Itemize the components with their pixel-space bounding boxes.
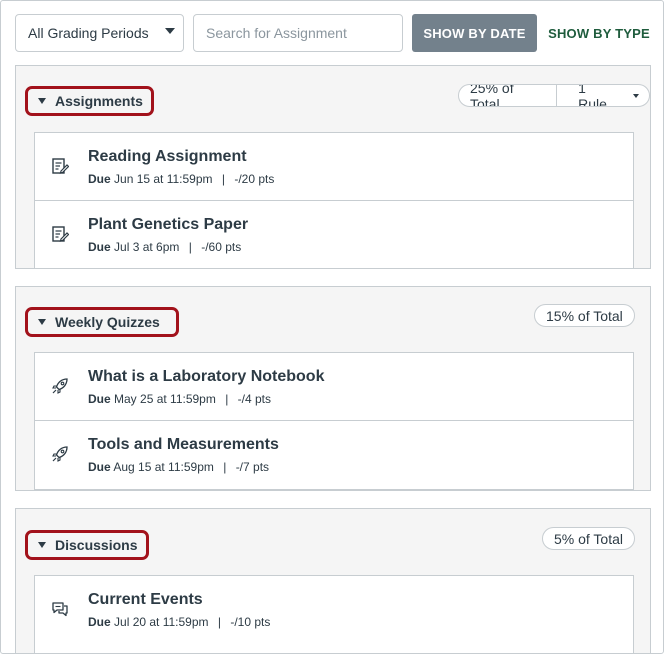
assignment-meta: Due Aug 15 at 11:59pm | -/7 pts bbox=[88, 460, 269, 474]
assignment-icon bbox=[52, 226, 69, 242]
quiz-rocket-icon bbox=[52, 446, 68, 462]
assignment-row[interactable]: What is a Laboratory Notebook Due May 25… bbox=[35, 353, 633, 421]
assignment-list: Reading Assignment Due Jun 15 at 11:59pm… bbox=[34, 132, 634, 268]
due-label: Due bbox=[88, 615, 111, 629]
assignment-row[interactable]: Plant Genetics Paper Due Jul 3 at 6pm | … bbox=[35, 201, 633, 268]
collapse-arrow-icon bbox=[38, 542, 46, 548]
group-weight-pill: 25% of Total 1 Rule bbox=[458, 84, 650, 107]
grading-period-select[interactable]: All Grading Periods bbox=[15, 14, 184, 52]
collapse-arrow-icon bbox=[38, 319, 46, 325]
show-by-date-button[interactable]: SHOW BY DATE bbox=[412, 14, 537, 52]
assignment-meta: Due Jun 15 at 11:59pm | -/20 pts bbox=[88, 172, 274, 186]
due-label: Due bbox=[88, 240, 111, 254]
assignment-list: What is a Laboratory Notebook Due May 25… bbox=[34, 352, 634, 490]
assignment-meta: Due May 25 at 11:59pm | -/4 pts bbox=[88, 392, 271, 406]
due-label: Due bbox=[88, 392, 111, 406]
assignment-title[interactable]: Current Events bbox=[88, 591, 203, 609]
due-date: Jul 20 at 11:59pm bbox=[114, 615, 209, 629]
grading-period-value: All Grading Periods bbox=[28, 25, 149, 41]
assignment-title[interactable]: What is a Laboratory Notebook bbox=[88, 368, 324, 386]
due-label: Due bbox=[88, 460, 111, 474]
caret-down-icon bbox=[165, 28, 175, 34]
points: -/60 pts bbox=[201, 240, 242, 254]
due-date: Aug 15 at 11:59pm bbox=[113, 460, 214, 474]
caret-down-icon bbox=[633, 93, 639, 98]
group-toggle-weekly-quizzes[interactable]: Weekly Quizzes bbox=[25, 307, 179, 337]
discussion-icon bbox=[52, 602, 68, 617]
group-weight: 15% of Total bbox=[546, 307, 623, 324]
group-weight-pill: 5% of Total bbox=[542, 527, 636, 550]
points: -/4 pts bbox=[237, 392, 272, 406]
points: -/7 pts bbox=[235, 460, 270, 474]
assignments-page: All Grading Periods SHOW BY DATE SHOW BY… bbox=[0, 0, 664, 654]
collapse-arrow-icon bbox=[38, 98, 46, 104]
separator: | bbox=[225, 392, 229, 406]
rules-dropdown[interactable]: 1 Rule bbox=[556, 85, 649, 106]
group-toggle-discussions[interactable]: Discussions bbox=[25, 530, 149, 560]
assignment-meta: Due Jul 20 at 11:59pm | -/10 pts bbox=[88, 615, 270, 629]
assignment-icon bbox=[52, 158, 69, 174]
assignment-group-discussions: Discussions 5% of Total Current Events D… bbox=[15, 508, 651, 653]
due-date: May 25 at 11:59pm bbox=[114, 392, 216, 406]
search-input[interactable] bbox=[193, 14, 403, 52]
assignment-group-weekly-quizzes: Weekly Quizzes 15% of Total What is a La… bbox=[15, 286, 651, 491]
separator: | bbox=[188, 240, 192, 254]
quiz-rocket-icon bbox=[52, 378, 68, 394]
assignment-title[interactable]: Reading Assignment bbox=[88, 148, 247, 166]
separator: | bbox=[221, 172, 225, 186]
separator: | bbox=[217, 615, 221, 629]
due-date: Jul 3 at 6pm bbox=[114, 240, 180, 254]
separator: | bbox=[223, 460, 227, 474]
rules-label: 1 Rule bbox=[578, 84, 607, 107]
toolbar: All Grading Periods SHOW BY DATE SHOW BY… bbox=[1, 1, 663, 65]
due-label: Due bbox=[88, 172, 111, 186]
assignment-row[interactable]: Tools and Measurements Due Aug 15 at 11:… bbox=[35, 421, 633, 489]
group-title: Discussions bbox=[55, 537, 138, 553]
due-date: Jun 15 at 11:59pm bbox=[114, 172, 213, 186]
assignment-row[interactable]: Current Events Due Jul 20 at 11:59pm | -… bbox=[35, 576, 633, 644]
group-weight-pill: 15% of Total bbox=[534, 304, 635, 327]
assignment-list: Current Events Due Jul 20 at 11:59pm | -… bbox=[34, 575, 634, 653]
group-weight: 5% of Total bbox=[554, 530, 624, 547]
assignment-title[interactable]: Plant Genetics Paper bbox=[88, 216, 248, 234]
group-weight: 25% of Total bbox=[470, 84, 514, 107]
show-by-type-button[interactable]: SHOW BY TYPE bbox=[544, 14, 654, 52]
group-title: Assignments bbox=[55, 93, 143, 109]
assignment-group-assignments: Assignments 25% of Total 1 Rule Reading … bbox=[15, 65, 651, 269]
assignment-meta: Due Jul 3 at 6pm | -/60 pts bbox=[88, 240, 241, 254]
group-toggle-assignments[interactable]: Assignments bbox=[25, 86, 154, 116]
assignment-row[interactable]: Reading Assignment Due Jun 15 at 11:59pm… bbox=[35, 133, 633, 201]
points: -/20 pts bbox=[234, 172, 275, 186]
group-title: Weekly Quizzes bbox=[55, 314, 160, 330]
assignment-title[interactable]: Tools and Measurements bbox=[88, 436, 279, 454]
points: -/10 pts bbox=[230, 615, 271, 629]
